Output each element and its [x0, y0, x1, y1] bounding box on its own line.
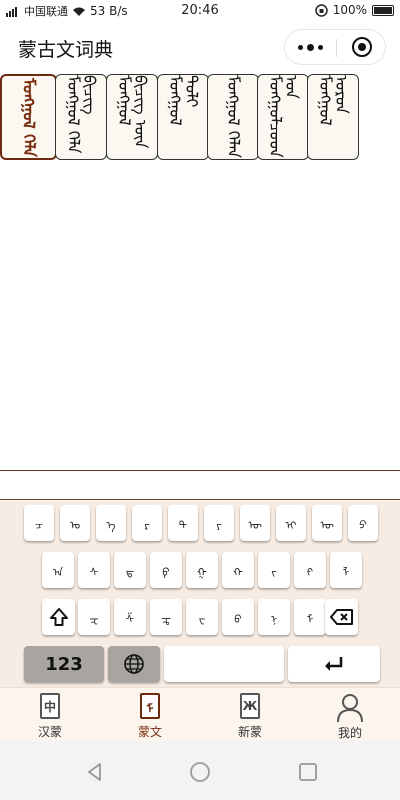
- tab-label: 新蒙: [237, 725, 262, 739]
- mongolian-doc-icon: ᠮ: [140, 693, 160, 719]
- word-card[interactable]: ᠮᠣᠩᠭᠣᠯᠴᠤᠳ ᠤᠨ: [257, 74, 309, 160]
- word-text: ᠮᠣᠩᠭᠣᠯᠴᠤᠳ ᠤᠨ: [266, 75, 301, 158]
- title-bar: 蒙古文词典: [0, 22, 400, 74]
- tab-chinese-mongolian[interactable]: 中 汉蒙: [0, 690, 100, 740]
- search-input[interactable]: [0, 470, 400, 500]
- tab-label: 我的: [337, 726, 362, 740]
- cyrillic-doc-icon: Ж: [240, 693, 260, 719]
- numbers-key[interactable]: 123: [24, 646, 104, 682]
- recents-icon[interactable]: [297, 761, 319, 783]
- letter-key[interactable]: ᠻ: [294, 552, 326, 588]
- bottom-tab-bar: 中 汉蒙 ᠮ 蒙文 Ж 新蒙 我的: [0, 687, 400, 741]
- letter-key[interactable]: ᠨ: [258, 599, 290, 635]
- back-icon[interactable]: [84, 761, 106, 783]
- letter-key[interactable]: ᠠ: [42, 552, 74, 588]
- battery-percent: 100%: [332, 3, 367, 17]
- letter-key[interactable]: ᠣ: [60, 505, 90, 541]
- letter-key[interactable]: ᠼ: [150, 599, 182, 635]
- result-list: ᠮᠣᠩᠭᠣᠯ ᠬᠡᠯᠡ ᠮᠣᠩᠭᠣᠯ ᠬᠡᠯᠡ ᠪᠢᠴᠢᠭ ᠮᠣᠩᠭᠣᠯ ᠪᠢᠴᠢᠭ…: [0, 74, 400, 470]
- tab-cyrillic-mongolian[interactable]: Ж 新蒙: [200, 690, 300, 740]
- letter-key[interactable]: ᠹ: [150, 552, 182, 588]
- letter-key[interactable]: ᠫ: [348, 505, 378, 541]
- letter-key[interactable]: ᠶ: [204, 505, 234, 541]
- letter-key[interactable]: ᠽ: [78, 599, 110, 635]
- letter-key[interactable]: ᠳ: [114, 552, 146, 588]
- letter-key[interactable]: ᠬ: [222, 552, 254, 588]
- user-icon: [337, 694, 363, 723]
- letter-key[interactable]: ᠲ: [168, 505, 198, 541]
- space-key[interactable]: [164, 646, 284, 682]
- system-navigation-bar: [0, 741, 400, 800]
- rotation-lock-icon: [314, 3, 328, 17]
- letter-key[interactable]: ᠴ: [24, 505, 54, 541]
- more-menu-icon[interactable]: [285, 30, 336, 64]
- letter-key[interactable]: ᠯ: [330, 552, 362, 588]
- miniprogram-capsule: [284, 29, 386, 65]
- mongolian-keyboard: ᠴᠣᠡᠷᠲᠶᠦᠢᠥᠫ ᠠᠰᠳᠹᠭᠬᠵᠻᠯ ᠽᠱᠼᠸᠪᠨᠮ 123: [0, 501, 400, 687]
- word-card[interactable]: ᠮᠣᠩᠭᠣᠯ ᠣᠷᠣᠨ: [307, 74, 359, 160]
- word-card[interactable]: ᠮᠣᠩᠭᠣᠯ ᠬᠡᠯᠡ: [0, 74, 57, 160]
- word-card[interactable]: ᠮᠣᠩᠭᠣᠯ ᠲᠣᠯᠢ: [157, 74, 209, 160]
- word-card[interactable]: ᠮᠣᠩᠭᠣᠯ ᠬᠡᠯᠡ ᠪᠢᠴᠢᠭ: [55, 74, 107, 160]
- shift-key[interactable]: [42, 599, 75, 635]
- letter-key[interactable]: ᠮ: [294, 599, 326, 635]
- word-card[interactable]: ᠮᠣᠩᠭᠣᠯ ᠪᠢᠴᠢᠭ ᠦᠨ: [106, 74, 158, 160]
- word-text: ᠮᠣᠩᠭᠣᠯ ᠣᠷᠣᠨ: [316, 75, 351, 126]
- letter-key[interactable]: ᠦ: [240, 505, 270, 541]
- letter-key[interactable]: ᠱ: [114, 599, 146, 635]
- letter-key[interactable]: ᠥ: [312, 505, 342, 541]
- globe-icon: [124, 654, 144, 674]
- chinese-doc-icon: 中: [40, 693, 60, 719]
- word-text: ᠮᠣᠩᠭᠣᠯ ᠲᠣᠯᠢ: [166, 75, 201, 126]
- word-text: ᠮᠣᠩᠭᠣᠯ ᠬᠡᠯᠡᠨ: [224, 75, 243, 159]
- page-title: 蒙古文词典: [18, 39, 114, 61]
- letter-key[interactable]: ᠸ: [186, 599, 218, 635]
- home-icon[interactable]: [189, 761, 211, 783]
- tab-label: 汉蒙: [37, 725, 62, 739]
- letter-key[interactable]: ᠪ: [222, 599, 254, 635]
- language-switch-key[interactable]: [108, 646, 160, 682]
- letter-key[interactable]: ᠰ: [78, 552, 110, 588]
- word-text: ᠮᠣᠩᠭᠣᠯ ᠬᠡᠯᠡ ᠪᠢᠴᠢᠭ: [64, 75, 99, 154]
- letter-key[interactable]: ᠡ: [96, 505, 126, 541]
- backspace-icon: [329, 609, 353, 625]
- close-miniprogram-icon[interactable]: [337, 30, 387, 64]
- enter-key[interactable]: [288, 646, 380, 682]
- letter-key[interactable]: ᠷ: [132, 505, 162, 541]
- letter-key[interactable]: ᠢ: [276, 505, 306, 541]
- tab-label: 蒙文: [137, 725, 162, 739]
- word-text: ᠮᠣᠩᠭᠣᠯ ᠬᠡᠯᠡ: [19, 77, 39, 157]
- backspace-key[interactable]: [325, 599, 358, 635]
- enter-icon: [325, 657, 343, 671]
- battery-icon: [372, 4, 394, 16]
- word-text: ᠮᠣᠩᠭᠣᠯ ᠪᠢᠴᠢᠭ ᠦᠨ: [115, 75, 150, 149]
- tab-mongolian-script[interactable]: ᠮ 蒙文: [100, 690, 200, 740]
- status-bar: 中国联通 53 B/s 20:46 100%: [0, 0, 400, 22]
- tab-profile[interactable]: 我的: [300, 690, 400, 740]
- word-card[interactable]: ᠮᠣᠩᠭᠣᠯ ᠬᠡᠯᠡᠨ: [207, 74, 259, 160]
- letter-key[interactable]: ᠵ: [258, 552, 290, 588]
- letter-key[interactable]: ᠭ: [186, 552, 218, 588]
- shift-icon: [49, 608, 68, 626]
